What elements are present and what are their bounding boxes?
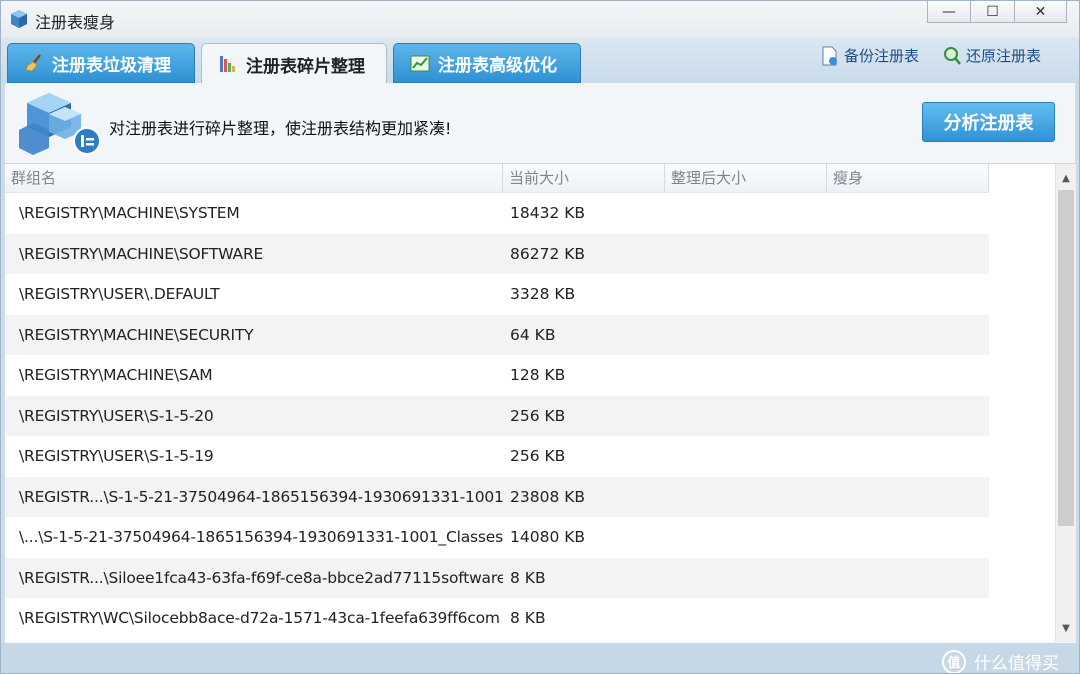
scroll-up-arrow-icon[interactable]: ▲ [1056,168,1076,188]
tab-label: 注册表垃圾清理 [52,55,171,76]
table-row[interactable]: \...\S-1-5-21-37504964-1865156394-193069… [5,517,989,558]
window-title: 注册表瘦身 [35,13,116,32]
status-bar: 值 什么值得买 [1,643,1079,674]
current-size-cell: 64 KB [510,325,556,344]
current-size-cell: 128 KB [510,366,566,385]
watermark-logo-icon: 值 [942,649,966,673]
broom-icon [25,54,41,72]
current-size-cell: 3328 KB [510,285,576,304]
group-name-cell: \REGISTR...\S-1-5-21-37504964-1865156394… [19,487,503,506]
defrag-banner: 对注册表进行碎片整理，使注册表结构更加紧凑! 分析注册表 [5,83,1075,163]
table-row[interactable]: \REGISTRY\USER\.DEFAULT 3328 KB [5,274,989,315]
group-name-cell: \REGISTRY\MACHINE\SYSTEM [19,204,240,223]
registry-slim-window: 注册表瘦身 — ☐ ✕ 注册表垃圾清理 注册表碎片整理 注册表高级优化 备份注册… [0,0,1080,674]
banner-description: 对注册表进行碎片整理，使注册表结构更加紧凑! [109,119,452,138]
column-header-size-after[interactable]: 整理后大小 [665,164,827,192]
table-row[interactable]: \REGISTR...\S-1-5-21-37504964-1865156394… [5,476,989,517]
table-row[interactable]: \REGISTRY\USER\S-1-5-20 256 KB [5,395,989,436]
backup-label: 备份注册表 [844,47,920,65]
analyze-registry-button[interactable]: 分析注册表 [922,102,1055,142]
scroll-down-arrow-icon[interactable]: ▼ [1056,618,1076,638]
window-controls: — ☐ ✕ [927,1,1067,23]
close-button[interactable]: ✕ [1015,1,1067,23]
current-size-cell: 23808 KB [510,487,586,506]
table-row[interactable]: \REGISTRY\USER\S-1-5-19 256 KB [5,436,989,477]
table-row[interactable]: \REGISTR...\Siloee1fca43-63fa-f69f-ce8a-… [5,557,989,598]
maximize-button[interactable]: ☐ [971,1,1015,23]
group-name-cell: \REGISTRY\USER\S-1-5-19 [19,447,214,466]
group-name-cell: \REGISTRY\USER\.DEFAULT [19,285,220,304]
group-name-cell: \REGISTRY\MACHINE\SAM [19,366,213,385]
group-name-cell: \REGISTR...\Siloee1fca43-63fa-f69f-ce8a-… [19,568,503,587]
group-name-cell: \REGISTRY\WC\Silocebb8ace-d72a-1571-43ca… [19,609,500,628]
table-row[interactable]: \REGISTRY\MACHINE\SOFTWARE 86272 KB [5,233,989,274]
tab-junk-clean[interactable]: 注册表垃圾清理 [7,43,195,83]
current-size-cell: 8 KB [510,568,546,587]
trend-chart-icon [410,55,430,72]
group-name-cell: \REGISTRY\USER\S-1-5-20 [19,406,214,425]
group-name-cell: \REGISTRY\MACHINE\SOFTWARE [19,244,264,263]
scroll-thumb[interactable] [1058,190,1074,526]
current-size-cell: 14080 KB [510,528,586,547]
defrag-chart-icon [220,56,235,72]
table-header: 群组名 当前大小 整理后大小 瘦身 [5,164,989,193]
table-row[interactable]: \REGISTRY\MACHINE\SAM 128 KB [5,355,989,396]
restore-label: 还原注册表 [966,47,1042,65]
current-size-cell: 256 KB [510,447,566,466]
current-size-cell: 256 KB [510,406,566,425]
watermark-text: 什么值得买 [974,654,1059,674]
restore-registry-link[interactable]: 还原注册表 [943,45,1041,66]
column-header-group-name[interactable]: 群组名 [5,164,503,192]
app-cube-icon [11,10,27,28]
registry-cubes-icon [19,93,101,155]
vertical-scrollbar[interactable]: ▲ ▼ [1055,164,1076,642]
tab-advanced-optimize[interactable]: 注册表高级优化 [393,43,581,83]
group-name-cell: \...\S-1-5-21-37504964-1865156394-193069… [19,528,503,547]
column-header-slim[interactable]: 瘦身 [827,164,989,192]
watermark: 值 什么值得买 [942,649,1059,674]
tab-label: 注册表高级优化 [438,55,557,76]
column-header-current-size[interactable]: 当前大小 [503,164,665,192]
backup-registry-link[interactable]: 备份注册表 [821,45,919,66]
title-bar[interactable]: 注册表瘦身 — ☐ ✕ [1,1,1079,37]
table-row[interactable]: \REGISTRY\MACHINE\SECURITY 64 KB [5,314,989,355]
group-name-cell: \REGISTRY\MACHINE\SECURITY [19,325,254,344]
current-size-cell: 86272 KB [510,244,586,263]
minimize-button[interactable]: — [927,1,971,23]
current-size-cell: 8 KB [510,609,546,628]
tab-defrag[interactable]: 注册表碎片整理 [201,43,387,84]
table-body: \REGISTRY\MACHINE\SYSTEM 18432 KB \REGIST… [5,193,989,641]
document-backup-icon [822,46,837,65]
table-row[interactable]: \REGISTRY\MACHINE\SYSTEM 18432 KB [5,193,989,234]
tab-bar: 注册表垃圾清理 注册表碎片整理 注册表高级优化 备份注册表 还原注册表 [1,37,1079,84]
registry-hive-table: 群组名 当前大小 整理后大小 瘦身 \REGISTRY\MACHINE\SYST… [5,163,1076,642]
magnifier-restore-icon [944,46,961,65]
tab-label: 注册表碎片整理 [246,56,365,77]
table-row[interactable]: \REGISTRY\WC\Silocebb8ace-d72a-1571-43ca… [5,598,989,639]
current-size-cell: 18432 KB [510,204,586,223]
content-panel: 对注册表进行碎片整理，使注册表结构更加紧凑! 分析注册表 群组名 当前大小 整理… [5,83,1076,643]
